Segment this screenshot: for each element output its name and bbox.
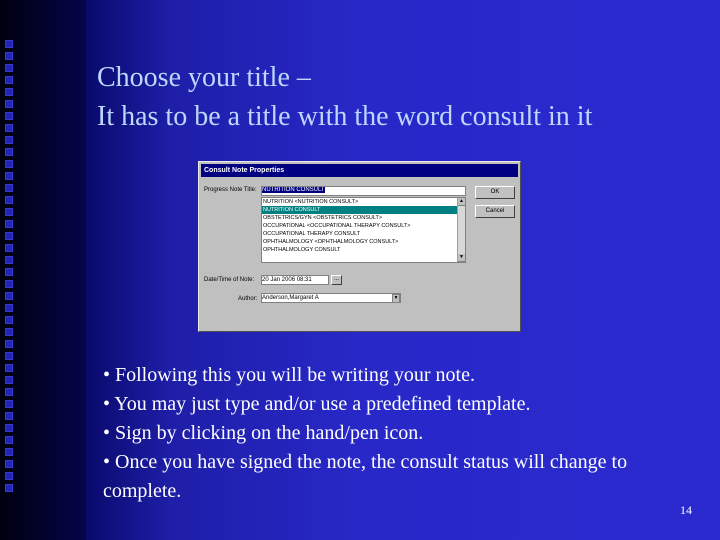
decorative-square: [5, 136, 13, 144]
listbox-items: NUTRITION <NUTRITION CONSULT> NUTRITION C…: [262, 198, 465, 254]
decorative-square: [5, 268, 13, 276]
decorative-square: [5, 328, 13, 336]
decorative-square-column: [5, 40, 15, 496]
decorative-square: [5, 472, 13, 480]
list-item[interactable]: NUTRITION <NUTRITION CONSULT>: [262, 198, 465, 206]
ok-button[interactable]: OK: [475, 186, 515, 199]
bullet-list: • Following this you will be writing you…: [103, 361, 663, 506]
decorative-square: [5, 292, 13, 300]
decorative-square: [5, 436, 13, 444]
decorative-square: [5, 316, 13, 324]
decorative-square: [5, 124, 13, 132]
bullet-item: • Following this you will be writing you…: [103, 364, 475, 386]
decorative-square: [5, 64, 13, 72]
decorative-square: [5, 352, 13, 360]
dialog-title-bar: Consult Note Properties: [201, 164, 518, 177]
decorative-square: [5, 244, 13, 252]
author-label: Author:: [238, 296, 258, 302]
decorative-square: [5, 460, 13, 468]
decorative-square: [5, 172, 13, 180]
decorative-square: [5, 400, 13, 408]
decorative-square: [5, 388, 13, 396]
decorative-square: [5, 40, 13, 48]
progress-note-title-value: NUTRITION CONSULT: [262, 187, 325, 193]
decorative-square: [5, 256, 13, 264]
slide-title: Choose your title – It has to be a title…: [97, 58, 592, 136]
decorative-square: [5, 424, 13, 432]
decorative-square: [5, 280, 13, 288]
datetime-picker-button[interactable]: ...: [331, 275, 342, 285]
decorative-square: [5, 88, 13, 96]
decorative-square: [5, 484, 13, 492]
datetime-label: Date/Time of Note:: [204, 277, 255, 283]
list-item[interactable]: OPHTHALMOLOGY <OPHTHALMOLOGY CONSULT>: [262, 238, 465, 246]
decorative-square: [5, 196, 13, 204]
left-decorative-bar: [0, 0, 86, 540]
chevron-down-icon[interactable]: ▼: [392, 294, 400, 302]
decorative-square: [5, 76, 13, 84]
author-select[interactable]: Anderson,Margaret A ▼: [261, 293, 401, 303]
list-item[interactable]: OCCUPATIONAL <OCCUPATIONAL THERAPY CONSU…: [262, 222, 465, 230]
decorative-square: [5, 148, 13, 156]
decorative-square: [5, 448, 13, 456]
decorative-square: [5, 304, 13, 312]
list-item[interactable]: NUTRITION CONSULT: [262, 206, 465, 214]
decorative-square: [5, 220, 13, 228]
cancel-button[interactable]: Cancel: [475, 205, 515, 218]
bullet-item: • You may just type and/or use a predefi…: [103, 393, 531, 415]
decorative-square: [5, 112, 13, 120]
listbox-scrollbar[interactable]: ▲ ▼: [457, 198, 465, 262]
progress-note-title-label: Progress Note Title:: [204, 187, 257, 193]
list-item[interactable]: OPHTHALMOLOGY CONSULT: [262, 246, 465, 254]
page-number: 14: [680, 503, 692, 517]
scroll-up-icon[interactable]: ▲: [458, 198, 465, 206]
bullet-item: • Sign by clicking on the hand/pen icon.: [103, 422, 424, 444]
decorative-square: [5, 160, 13, 168]
decorative-square: [5, 376, 13, 384]
slide-background: Choose your title – It has to be a title…: [0, 0, 720, 540]
title-line-2: It has to be a title with the word consu…: [97, 101, 593, 132]
decorative-square: [5, 340, 13, 348]
title-line-1: Choose your title –: [97, 62, 311, 93]
decorative-square: [5, 52, 13, 60]
progress-note-title-input[interactable]: NUTRITION CONSULT: [261, 186, 466, 196]
list-item[interactable]: OCCUPATIONAL THERAPY CONSULT: [262, 230, 465, 238]
bullet-item: • Once you have signed the note, the con…: [103, 451, 628, 502]
decorative-square: [5, 232, 13, 240]
consult-note-properties-dialog: Consult Note Properties Progress Note Ti…: [198, 161, 521, 332]
decorative-square: [5, 364, 13, 372]
datetime-value: 20 Jan 2006 08:31: [262, 277, 312, 283]
decorative-square: [5, 184, 13, 192]
author-value: Anderson,Margaret A: [262, 295, 319, 301]
decorative-square: [5, 100, 13, 108]
decorative-square: [5, 412, 13, 420]
decorative-square: [5, 208, 13, 216]
list-item[interactable]: OBSTETRICS/GYN <OBSTETRICS CONSULT>: [262, 214, 465, 222]
datetime-input[interactable]: 20 Jan 2006 08:31: [261, 275, 329, 285]
note-title-listbox[interactable]: NUTRITION <NUTRITION CONSULT> NUTRITION C…: [261, 197, 466, 263]
scroll-down-icon[interactable]: ▼: [458, 254, 465, 262]
